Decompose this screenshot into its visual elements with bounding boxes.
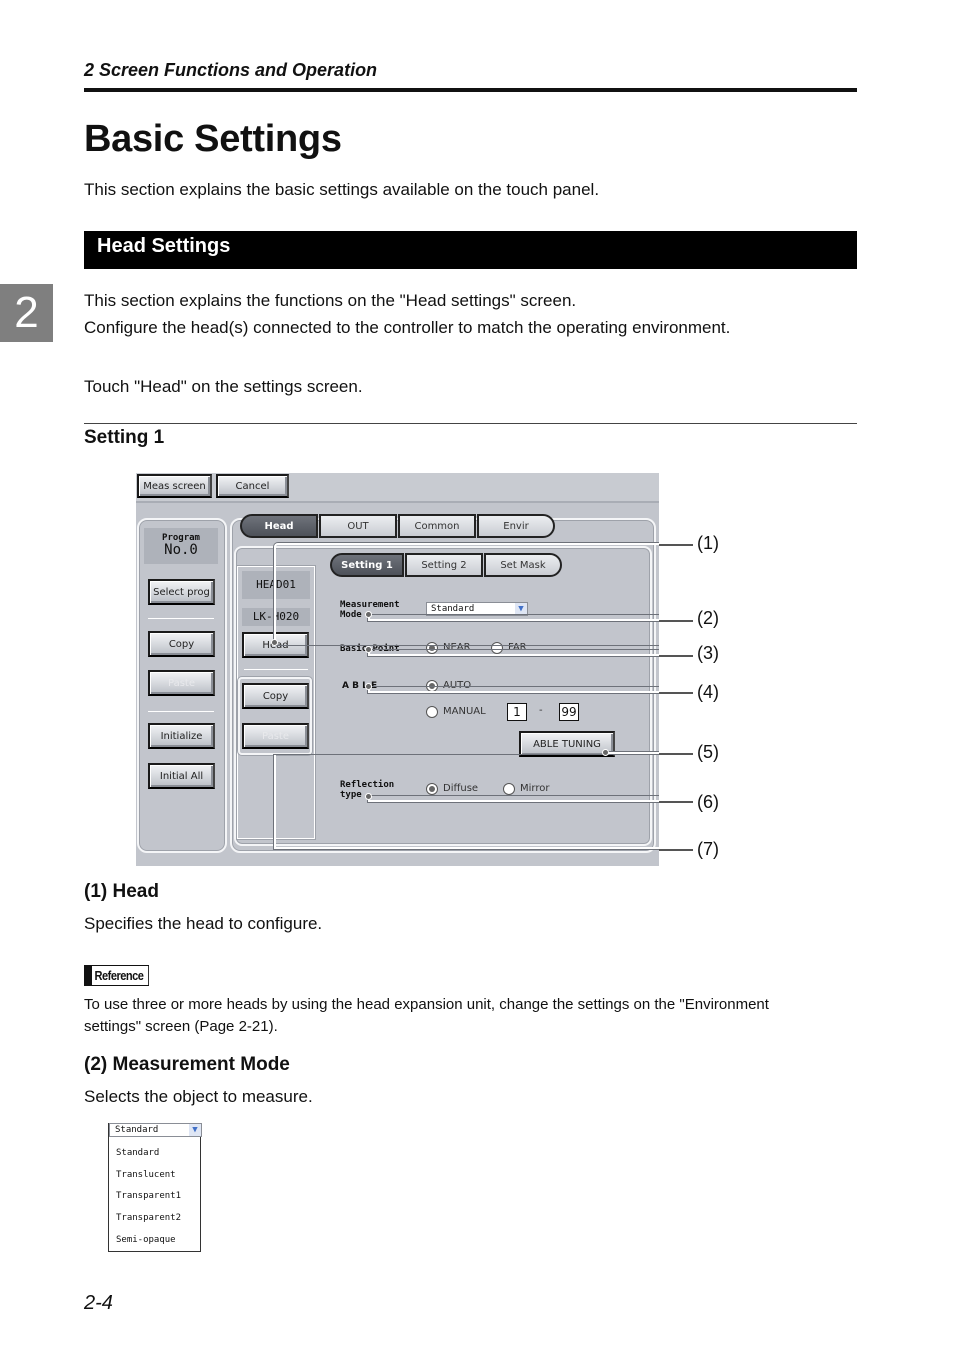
chevron-down-icon: ▼ [189,1124,201,1136]
callout-line [659,849,693,851]
callout-line [659,801,693,803]
program-display: Program No.0 [144,528,218,564]
reference-bar [84,965,92,986]
callout-dot [365,683,372,690]
subsection-heading: Setting 1 [84,427,165,448]
callout-3: (3) [697,643,719,663]
callout-dot [602,749,609,756]
callout-4: (4) [697,682,719,702]
separator [244,669,308,670]
reference-text-1: To use three or more heads by using the … [84,996,769,1013]
tab-envir[interactable]: Envir [477,514,555,538]
radio-manual[interactable] [426,706,438,718]
item-2-heading: (2) Measurement Mode [84,1054,290,1075]
callout-dot [365,611,372,618]
callout-7: (7) [697,839,719,859]
item-2-text: Selects the object to measure. [84,1087,313,1106]
section-heading: Head Settings [84,231,857,269]
dropdown-option-transparent1[interactable]: Transparent1 [116,1191,181,1201]
leader-line-4 [368,687,659,693]
able-min-input[interactable]: 1 [507,703,527,721]
head-paste-button[interactable]: Paste [242,723,309,749]
page-title: Basic Settings [84,118,342,160]
able-max-input[interactable]: 99 [559,703,579,721]
callout-dot [365,646,372,653]
leader-line-3 [368,650,659,656]
separator [148,618,214,619]
measurement-mode-dropdown[interactable]: Standard ▼ Standard Translucent Transpar… [108,1123,202,1252]
callout-6: (6) [697,792,719,812]
section-text-2: Configure the head(s) connected to the c… [84,318,731,337]
callout-line [659,655,693,657]
leader-line-7 [274,755,659,849]
callout-dot [271,639,278,646]
running-head: 2 Screen Functions and Operation [84,60,378,80]
reference-badge: Reference [84,965,159,986]
reference-label: Reference [92,965,150,986]
dropdown-option-transparent2[interactable]: Transparent2 [116,1213,181,1223]
intro-text: This section explains the basic settings… [84,180,600,199]
callout-line [659,544,693,546]
dropdown-option-translucent[interactable]: Translucent [116,1170,176,1180]
cancel-button[interactable]: Cancel [216,474,289,498]
dropdown-option-standard[interactable]: Standard [116,1148,159,1158]
program-paste-button[interactable]: Paste [148,670,215,696]
page-number: 2-4 [84,1292,113,1314]
separator [148,711,214,712]
callout-line [659,620,693,622]
item-1-heading: (1) Head [84,881,159,902]
leader-line-1 [274,543,659,645]
chapter-tab: 2 [0,284,53,342]
initialize-button[interactable]: Initialize [148,723,215,749]
tab-head[interactable]: Head [240,514,318,538]
able-tuning-button[interactable]: ABLE TUNING [519,731,615,757]
callout-5: (5) [697,742,719,762]
select-prog-button[interactable]: Select prog [148,579,215,605]
leader-line-5 [608,752,659,754]
header-rule [84,88,857,92]
radio-manual-label: MANUAL [443,706,486,717]
tab-common[interactable]: Common [398,514,476,538]
divider [84,423,857,424]
initial-all-button[interactable]: Initial All [148,763,215,789]
head-settings-screenshot: Meas screen Cancel Program No.0 Select p… [136,473,659,866]
program-number: No.0 [164,542,198,558]
callout-line [659,753,693,755]
leader-line-2 [368,615,659,621]
callout-2: (2) [697,608,719,628]
reference-text-2: settings" screen (Page 2-21). [84,1018,278,1035]
callout-dot [365,793,372,800]
instruction-text: Touch "Head" on the settings screen. [84,377,363,396]
head-copy-button[interactable]: Copy [242,683,309,709]
item-1-text: Specifies the head to configure. [84,914,323,933]
tab-out[interactable]: OUT [319,514,397,538]
range-dash: - [539,705,543,716]
callout-1: (1) [697,533,719,553]
top-strip [136,473,659,503]
dropdown-option-semi-opaque[interactable]: Semi-opaque [116,1235,176,1245]
callout-line [659,692,693,694]
dropdown-selected[interactable]: Standard ▼ [109,1123,202,1137]
meas-screen-button[interactable]: Meas screen [137,474,212,498]
section-text-1: This section explains the functions on t… [84,291,577,310]
dropdown-selected-value: Standard [115,1125,159,1135]
program-copy-button[interactable]: Copy [148,631,215,657]
